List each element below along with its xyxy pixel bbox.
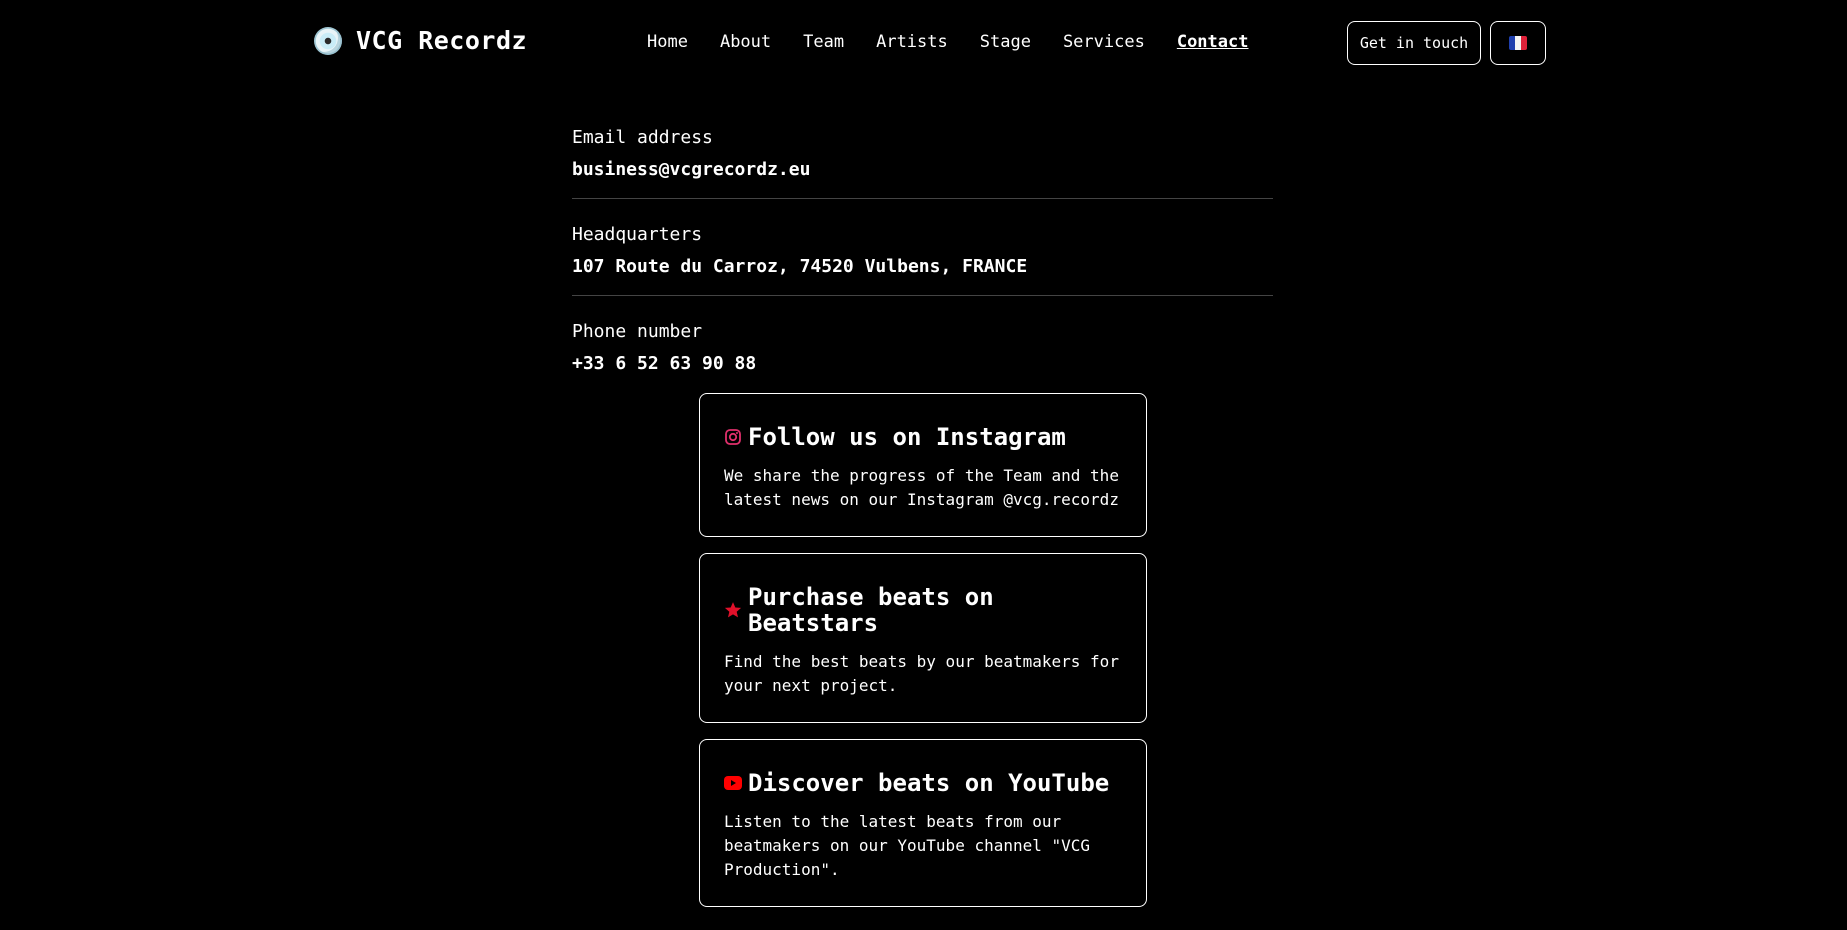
instagram-card[interactable]: Follow us on Instagram We share the prog… xyxy=(699,393,1147,537)
contact-info: Email address business@vcgrecordz.eu Hea… xyxy=(572,122,1273,392)
instagram-icon xyxy=(724,428,742,446)
phone-value[interactable]: +33 6 52 63 90 88 xyxy=(572,352,1273,376)
headquarters-value: 107 Route du Carroz, 74520 Vulbens, FRAN… xyxy=(572,256,1028,277)
youtube-card-description: Listen to the latest beats from our beat… xyxy=(724,812,1091,879)
instagram-card-description: We share the progress of the Team and th… xyxy=(724,466,1119,509)
email-value[interactable]: business@vcgrecordz.eu xyxy=(572,158,1273,182)
get-in-touch-button[interactable]: Get in touch xyxy=(1347,21,1481,65)
nav-services[interactable]: Services xyxy=(1063,32,1145,52)
instagram-card-title: Follow us on Instagram xyxy=(748,423,1066,451)
email-label: Email address xyxy=(572,127,713,148)
nav-about[interactable]: About xyxy=(720,32,771,52)
contact-headquarters: Headquarters 107 Route du Carroz, 74520 … xyxy=(572,199,1273,296)
disc-icon xyxy=(314,26,342,55)
nav-stage[interactable]: Stage xyxy=(980,32,1031,52)
phone-label: Phone number xyxy=(572,321,703,342)
contact-email: Email address business@vcgrecordz.eu xyxy=(572,122,1273,199)
nav-team[interactable]: Team xyxy=(803,32,844,52)
beatstars-card-title: Purchase beats on Beatstars xyxy=(748,583,994,637)
beatstars-card-description: Find the best beats by our beatmakers fo… xyxy=(724,652,1119,695)
french-flag-icon xyxy=(1509,36,1527,50)
nav-contact[interactable]: Contact xyxy=(1177,32,1249,52)
main-nav: Home About Team Artists Stage Services C… xyxy=(647,32,1248,52)
brand-link[interactable]: VCG Recordz xyxy=(314,26,527,55)
contact-phone: Phone number +33 6 52 63 90 88 xyxy=(572,296,1273,392)
youtube-card[interactable]: Discover beats on YouTube Listen to the … xyxy=(699,739,1147,907)
nav-home[interactable]: Home xyxy=(647,32,688,52)
headquarters-label: Headquarters xyxy=(572,224,703,245)
youtube-card-title: Discover beats on YouTube xyxy=(748,769,1110,797)
brand-name: VCG Recordz xyxy=(356,26,528,55)
nav-artists[interactable]: Artists xyxy=(876,32,948,52)
language-button[interactable] xyxy=(1490,21,1546,65)
youtube-icon xyxy=(724,774,742,792)
social-cards: Follow us on Instagram We share the prog… xyxy=(699,393,1147,923)
site-header: VCG Recordz Home About Team Artists Stag… xyxy=(0,0,1847,88)
star-icon xyxy=(724,601,742,619)
beatstars-card[interactable]: Purchase beats on Beatstars Find the bes… xyxy=(699,553,1147,723)
